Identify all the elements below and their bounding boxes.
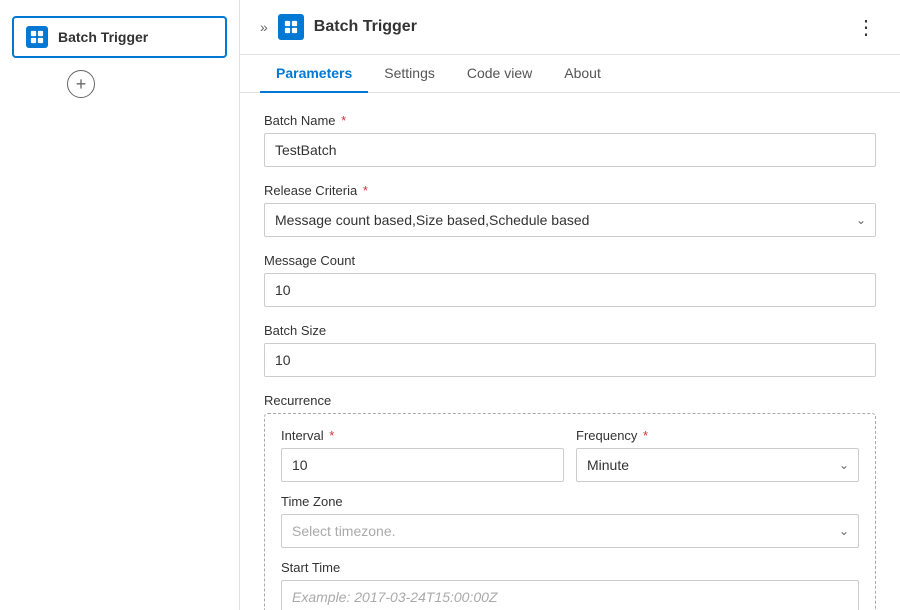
timezone-select-wrapper[interactable]: Select timezone. ⌄ [281,514,859,548]
message-count-input[interactable] [264,273,876,307]
batch-size-field-group: Batch Size [264,323,876,377]
start-time-field-group: Start Time [281,560,859,610]
batch-size-label: Batch Size [264,323,876,338]
batch-name-label: Batch Name * [264,113,876,128]
tab-about[interactable]: About [548,55,617,93]
add-step-button[interactable]: + [67,70,95,98]
timezone-field-group: Time Zone Select timezone. ⌄ [281,494,859,548]
timezone-select[interactable]: Select timezone. [281,514,859,548]
start-time-label: Start Time [281,560,859,575]
tab-bar: Parameters Settings Code view About [240,55,900,93]
frequency-select[interactable]: Minute [576,448,859,482]
collapse-icon[interactable]: » [260,19,268,35]
batch-name-required: * [338,113,347,128]
panel-header: » Batch Trigger ⋮ [240,0,900,55]
message-count-field-group: Message Count [264,253,876,307]
start-time-input[interactable] [281,580,859,610]
release-criteria-field-group: Release Criteria * Message count based,S… [264,183,876,237]
recurrence-field-group: Recurrence Interval * Frequency * [264,393,876,610]
message-count-label: Message Count [264,253,876,268]
interval-input[interactable] [281,448,564,482]
release-criteria-select-wrapper[interactable]: Message count based,Size based,Schedule … [264,203,876,237]
sidebar-item-label: Batch Trigger [58,29,148,45]
sidebar: Batch Trigger + [0,0,240,610]
form-panel: Batch Name * Release Criteria * Message … [240,93,900,610]
panel-title: Batch Trigger [314,18,842,36]
release-criteria-required: * [359,183,368,198]
frequency-field-group: Frequency * Minute ⌄ [576,428,859,482]
tab-code-view[interactable]: Code view [451,55,548,93]
interval-label: Interval * [281,428,564,443]
release-criteria-label: Release Criteria * [264,183,876,198]
batch-size-input[interactable] [264,343,876,377]
interval-frequency-row: Interval * Frequency * Minute ⌄ [281,428,859,482]
frequency-label: Frequency * [576,428,859,443]
more-options-icon[interactable]: ⋮ [852,15,880,40]
tab-parameters[interactable]: Parameters [260,55,368,93]
batch-trigger-icon [26,26,48,48]
header-trigger-icon [278,14,304,40]
recurrence-label: Recurrence [264,393,876,408]
recurrence-box: Interval * Frequency * Minute ⌄ [264,413,876,610]
tab-settings[interactable]: Settings [368,55,451,93]
batch-name-input[interactable] [264,133,876,167]
timezone-label: Time Zone [281,494,859,509]
sidebar-item-batch-trigger[interactable]: Batch Trigger [12,16,227,58]
plus-icon: + [76,74,87,95]
main-panel: » Batch Trigger ⋮ Parameters Settings Co… [240,0,900,610]
release-criteria-select[interactable]: Message count based,Size based,Schedule … [264,203,876,237]
frequency-select-wrapper[interactable]: Minute ⌄ [576,448,859,482]
batch-name-field-group: Batch Name * [264,113,876,167]
interval-field-group: Interval * [281,428,564,482]
